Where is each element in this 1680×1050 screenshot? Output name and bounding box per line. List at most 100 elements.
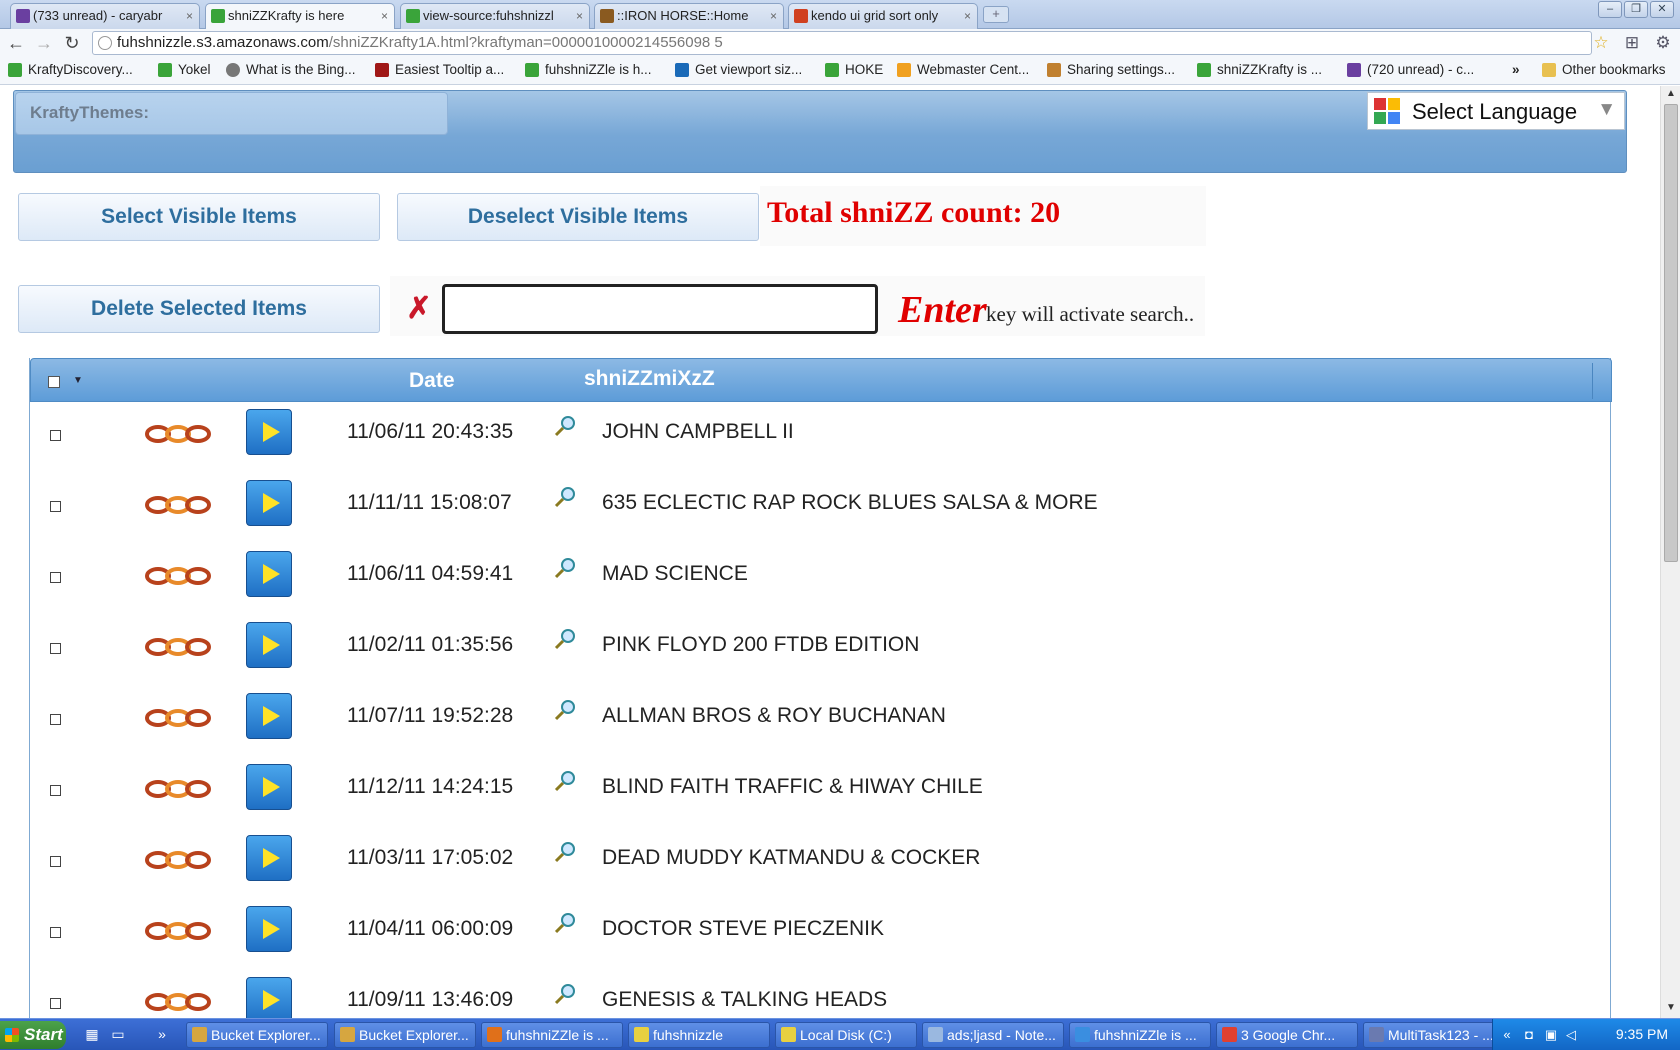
chain-link-icon[interactable] [144, 561, 216, 591]
browser-tab[interactable]: (733 unread) - caryabr × [10, 3, 200, 29]
tab-close-icon[interactable]: × [381, 4, 388, 28]
taskbar-button[interactable]: Bucket Explorer... [334, 1022, 476, 1048]
row-title[interactable]: DEAD MUDDY KATMANDU & COCKER [602, 846, 980, 870]
row-checkbox[interactable] [50, 998, 61, 1009]
themes-selector[interactable]: KraftyThemes: [15, 92, 448, 135]
chain-link-icon[interactable] [144, 490, 216, 520]
bookmark-item[interactable]: HOKE [825, 62, 883, 77]
select-visible-button[interactable]: Select Visible Items [18, 193, 380, 241]
search-input[interactable] [442, 284, 878, 334]
chain-link-icon[interactable] [144, 845, 216, 875]
row-checkbox[interactable] [50, 501, 61, 512]
minimize-button[interactable]: – [1598, 1, 1622, 18]
search-magnifier-icon[interactable] [554, 840, 578, 864]
row-checkbox[interactable] [50, 572, 61, 583]
taskbar-button[interactable]: 3 Google Chr... [1216, 1022, 1358, 1048]
row-title[interactable]: JOHN CAMPBELL II [602, 420, 794, 444]
taskbar-button[interactable]: fuhshniZZle is ... [481, 1022, 623, 1048]
table-row[interactable]: 11/12/11 14:24:15 BLIND FAITH TRAFFIC & H… [30, 757, 1610, 828]
bookmark-item[interactable]: Yokel [158, 62, 211, 77]
scrollbar-thumb[interactable] [1664, 104, 1678, 562]
bookmark-item[interactable]: KraftyDiscovery... [8, 62, 133, 77]
table-row[interactable]: 11/06/11 20:43:35 JOHN CAMPBELL II [30, 402, 1610, 473]
column-header-title[interactable]: shniZZmiXzZ [584, 367, 715, 391]
play-button-icon[interactable] [246, 551, 292, 597]
bookmark-item[interactable]: shniZZKrafty is ... [1197, 62, 1322, 77]
search-magnifier-icon[interactable] [554, 627, 578, 651]
scroll-up-arrow-icon[interactable]: ▲ [1664, 88, 1678, 102]
quicklaunch-overflow-icon[interactable]: » [154, 1026, 170, 1042]
chain-link-icon[interactable] [144, 703, 216, 733]
tab-close-icon[interactable]: × [576, 4, 583, 28]
address-bar[interactable]: fuhshnizzle.s3.amazonaws.com/shniZZKraft… [92, 31, 1592, 55]
bookmark-item[interactable]: What is the Bing... [226, 62, 356, 77]
back-arrow-icon[interactable]: ← [5, 32, 27, 54]
close-window-button[interactable]: ✕ [1650, 1, 1674, 18]
table-row[interactable]: 11/03/11 17:05:02 DEAD MUDDY KATMANDU & C… [30, 828, 1610, 899]
search-magnifier-icon[interactable] [554, 982, 578, 1006]
taskbar-button[interactable]: ads;ljasd - Note... [922, 1022, 1064, 1048]
wrench-icon[interactable]: ⚙ [1652, 32, 1674, 54]
reload-icon[interactable]: ↻ [61, 32, 83, 54]
tab-close-icon[interactable]: × [964, 4, 971, 28]
tab-close-icon[interactable]: × [186, 4, 193, 28]
table-row[interactable]: 11/11/11 15:08:07 635 ECLECTIC RAP ROCK B… [30, 473, 1610, 544]
row-title[interactable]: 635 ECLECTIC RAP ROCK BLUES SALSA & MORE [602, 491, 1098, 515]
tray-chevron-icon[interactable]: « [1499, 1027, 1515, 1043]
row-title[interactable]: PINK FLOYD 200 FTDB EDITION [602, 633, 919, 657]
taskbar-button[interactable]: MultiTask123 - ... [1363, 1022, 1505, 1048]
bookmarks-overflow-chevron-icon[interactable]: » [1512, 62, 1520, 77]
network-tray-icon[interactable]: ▣ [1543, 1027, 1559, 1043]
play-button-icon[interactable] [246, 409, 292, 455]
play-button-icon[interactable] [246, 622, 292, 668]
browser-tab-active[interactable]: shniZZKrafty is here × [205, 3, 395, 30]
row-title[interactable]: ALLMAN BROS & ROY BUCHANAN [602, 704, 946, 728]
quicklaunch-desktop-icon[interactable]: ▭ [110, 1026, 126, 1042]
search-magnifier-icon[interactable] [554, 911, 578, 935]
table-row[interactable]: 11/09/11 13:46:09 GENESIS & TALKING HEADS [30, 970, 1610, 1018]
select-all-checkbox[interactable] [48, 376, 60, 388]
other-bookmarks-folder[interactable]: Other bookmarks [1542, 62, 1666, 77]
row-checkbox[interactable] [50, 785, 61, 796]
search-magnifier-icon[interactable] [554, 769, 578, 793]
browser-tab[interactable]: ::IRON HORSE::Home × [594, 3, 784, 29]
row-checkbox[interactable] [50, 927, 61, 938]
clear-search-icon[interactable]: ✗ [403, 292, 435, 326]
table-row[interactable]: 11/04/11 06:00:09 DOCTOR STEVE PIECZENIK [30, 899, 1610, 970]
bookmark-item[interactable]: Easiest Tooltip a... [375, 62, 504, 77]
play-button-icon[interactable] [246, 480, 292, 526]
row-title[interactable]: GENESIS & TALKING HEADS [602, 988, 887, 1012]
deselect-visible-button[interactable]: Deselect Visible Items [397, 193, 759, 241]
restore-button[interactable]: ❐ [1624, 1, 1648, 18]
chain-link-icon[interactable] [144, 632, 216, 662]
table-row[interactable]: 11/07/11 19:52:28 ALLMAN BROS & ROY BUCHA… [30, 686, 1610, 757]
table-row[interactable]: 11/02/11 01:35:56 PINK FLOYD 200 FTDB EDI… [30, 615, 1610, 686]
column-header-date[interactable]: Date [409, 369, 455, 393]
bookmark-item[interactable]: Sharing settings... [1047, 62, 1175, 77]
bookmark-item[interactable]: Get viewport siz... [675, 62, 802, 77]
row-title[interactable]: BLIND FAITH TRAFFIC & HIWAY CHILE [602, 775, 983, 799]
play-button-icon[interactable] [246, 764, 292, 810]
row-checkbox[interactable] [50, 430, 61, 441]
play-button-icon[interactable] [246, 693, 292, 739]
page-scrollbar[interactable]: ▲ ▼ [1660, 86, 1680, 1018]
scroll-down-arrow-icon[interactable]: ▼ [1664, 1002, 1678, 1016]
search-magnifier-icon[interactable] [554, 698, 578, 722]
search-magnifier-icon[interactable] [554, 414, 578, 438]
volume-muted-icon[interactable]: ◁ [1563, 1027, 1579, 1043]
taskbar-button[interactable]: Bucket Explorer... [186, 1022, 328, 1048]
quicklaunch-explorer-icon[interactable]: ▦ [84, 1026, 100, 1042]
new-tab-button[interactable]: + [983, 6, 1009, 23]
camera-tray-icon[interactable]: ◘ [1521, 1027, 1537, 1043]
tab-close-icon[interactable]: × [770, 4, 777, 28]
browser-tab[interactable]: kendo ui grid sort only × [788, 3, 978, 29]
delete-selected-button[interactable]: Delete Selected Items [18, 285, 380, 333]
taskbar-button[interactable]: Local Disk (C:) [775, 1022, 917, 1048]
bookmark-item[interactable]: (720 unread) - c... [1347, 62, 1474, 77]
language-select[interactable]: Select Language ▼ [1367, 92, 1625, 130]
forward-arrow-icon[interactable]: → [33, 32, 55, 54]
row-checkbox[interactable] [50, 643, 61, 654]
play-button-icon[interactable] [246, 977, 292, 1018]
browser-tab[interactable]: view-source:fuhshnizzl × [400, 3, 590, 29]
row-title[interactable]: MAD SCIENCE [602, 562, 748, 586]
